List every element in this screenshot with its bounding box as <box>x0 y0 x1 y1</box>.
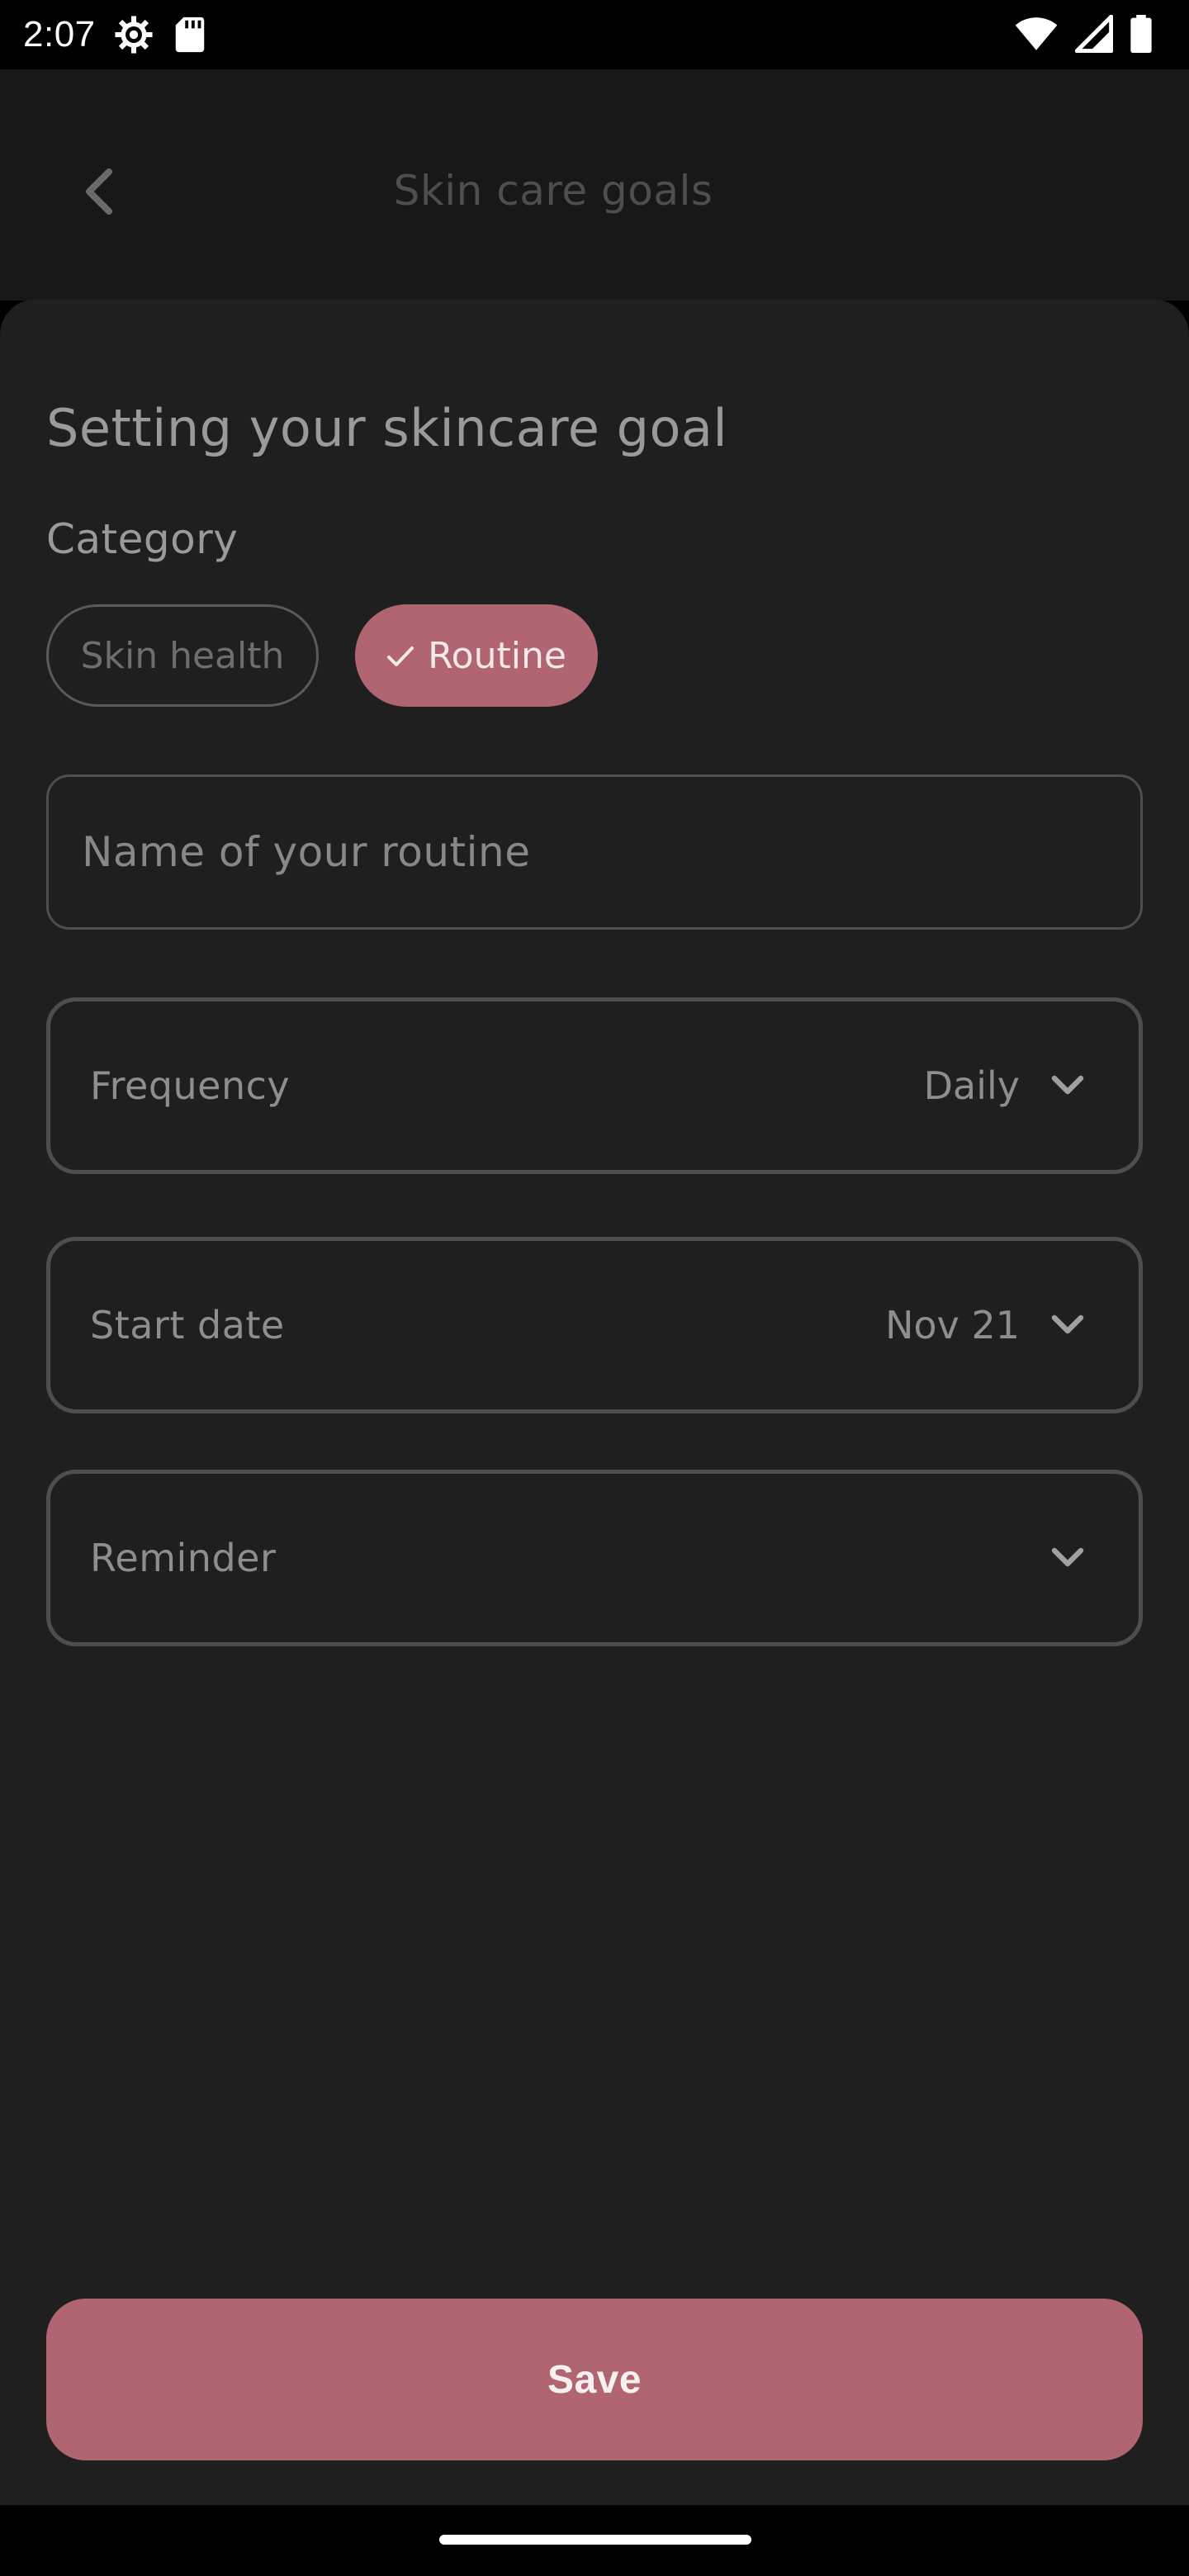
wifi-icon <box>1014 16 1059 52</box>
reminder-select[interactable]: Reminder <box>46 1470 1143 1646</box>
reminder-label: Reminder <box>90 1536 277 1580</box>
chevron-down-icon <box>1049 1073 1086 1098</box>
settings-icon <box>112 13 155 56</box>
start-date-value: Nov 21 <box>885 1303 1020 1347</box>
page-title: Skin care goals <box>393 167 713 215</box>
chip-label: Skin health <box>80 634 285 677</box>
status-time: 2:07 <box>23 14 96 54</box>
status-right-icons <box>1014 15 1153 53</box>
chevron-down-icon <box>1049 1313 1086 1338</box>
status-bar: 2:07 <box>0 0 1189 69</box>
chip-skin-health[interactable]: Skin health <box>46 604 319 707</box>
cell-signal-icon <box>1075 15 1113 53</box>
frequency-label: Frequency <box>90 1063 291 1108</box>
sd-card-icon <box>173 16 206 54</box>
home-indicator[interactable] <box>439 2535 751 2545</box>
form-heading: Setting your skincare goal <box>46 398 728 458</box>
start-date-select[interactable]: Start date Nov 21 <box>46 1237 1143 1413</box>
status-left-icons <box>112 13 206 56</box>
chevron-down-icon <box>1049 1546 1086 1570</box>
screen: 2:07 Skin care goals Setting your skinca… <box>0 0 1189 2576</box>
check-icon <box>386 635 414 677</box>
chip-routine[interactable]: Routine <box>355 604 598 707</box>
frequency-select[interactable]: Frequency Daily <box>46 997 1143 1174</box>
routine-name-placeholder: Name of your routine <box>82 828 531 876</box>
routine-name-input[interactable]: Name of your routine <box>46 774 1143 930</box>
app-bar: Skin care goals <box>0 69 1189 301</box>
category-label: Category <box>46 515 239 563</box>
start-date-label: Start date <box>90 1303 285 1347</box>
battery-icon <box>1130 15 1153 53</box>
goal-form-sheet: Setting your skincare goal Category Skin… <box>0 299 1189 2505</box>
save-button[interactable]: Save <box>46 2299 1143 2460</box>
frequency-value: Daily <box>923 1063 1020 1108</box>
chip-label: Routine <box>428 634 566 677</box>
navigation-bar <box>0 2505 1189 2576</box>
